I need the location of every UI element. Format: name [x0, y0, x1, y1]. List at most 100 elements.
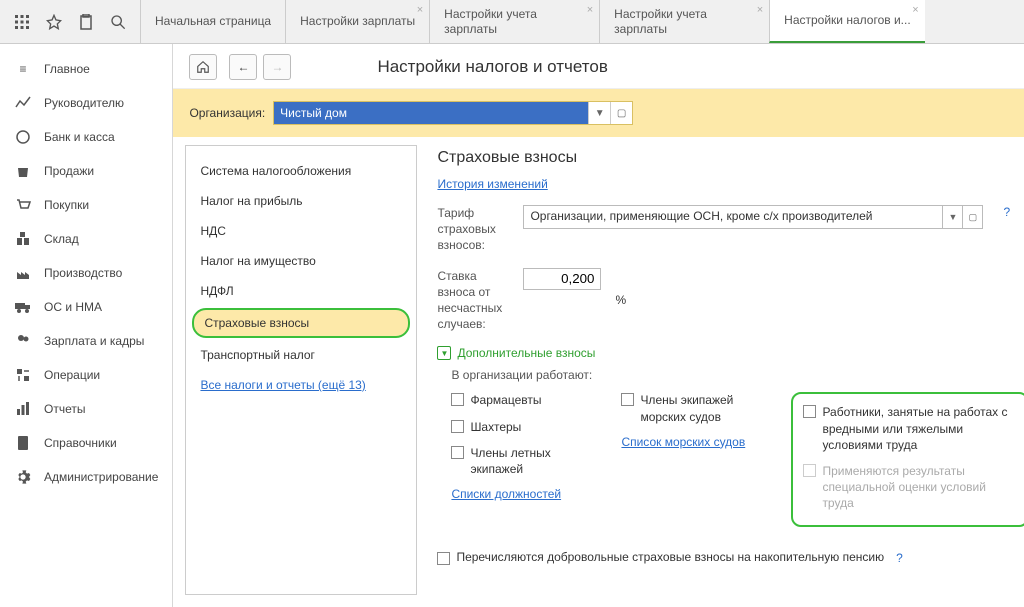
voluntary-row[interactable]: Перечисляются добровольные страховые взн…	[437, 549, 1024, 565]
home-button[interactable]	[189, 54, 217, 80]
sidebar-item-bank[interactable]: Банк и касса	[0, 120, 172, 154]
check-col-1: Фармацевты Шахтеры Члены летных экипажей…	[451, 392, 601, 527]
sea-list-link[interactable]: Список морских судов	[621, 435, 771, 449]
dropdown-button[interactable]: ▼	[942, 206, 962, 228]
sidebar-item-manager[interactable]: Руководителю	[0, 86, 172, 120]
cat-property-tax[interactable]: Налог на имущество	[186, 246, 416, 276]
sidebar-item-label: ОС и НМА	[44, 300, 102, 314]
back-button[interactable]: ←	[229, 54, 257, 80]
forward-button[interactable]: →	[263, 54, 291, 80]
sidebar-item-purchases[interactable]: Покупки	[0, 188, 172, 222]
tab-tax-settings[interactable]: Настройки налогов и...×	[769, 0, 925, 43]
checkbox[interactable]	[437, 552, 450, 565]
help-icon[interactable]: ?	[1003, 205, 1010, 219]
check-label: Перечисляются добровольные страховые взн…	[456, 549, 884, 565]
check-pharma[interactable]: Фармацевты	[451, 392, 601, 408]
search-icon[interactable]	[110, 14, 126, 30]
check-spec-eval: Применяются результаты специальной оценк…	[803, 463, 1017, 512]
check-label: Члены экипажей морских судов	[640, 392, 771, 424]
truck-icon	[14, 298, 32, 316]
close-icon[interactable]: ×	[757, 4, 763, 16]
sidebar-item-production[interactable]: Производство	[0, 256, 172, 290]
check-flight-crew[interactable]: Члены летных экипажей	[451, 445, 601, 477]
close-icon[interactable]: ×	[417, 4, 423, 16]
checkbox[interactable]	[451, 446, 464, 459]
section-title: Страховые взносы	[437, 149, 1024, 167]
dropdown-button[interactable]: ▼	[588, 102, 610, 124]
harmful-group: Работники, занятые на работах с вредными…	[791, 392, 1024, 527]
nav-row: ← → Настройки налогов и отчетов ×	[173, 44, 1024, 89]
apps-icon[interactable]	[14, 14, 30, 30]
tab-label: Настройки учета зарплаты	[614, 7, 755, 36]
checkbox[interactable]	[451, 393, 464, 406]
open-ref-button[interactable]: ▢	[610, 102, 632, 124]
sidebar-item-label: Зарплата и кадры	[44, 334, 144, 348]
sidebar-item-assets[interactable]: ОС и НМА	[0, 290, 172, 324]
check-label: Работники, занятые на работах с вредными…	[822, 404, 1017, 453]
sidebar-item-reports[interactable]: Отчеты	[0, 392, 172, 426]
check-label: Шахтеры	[470, 419, 521, 435]
checkbox[interactable]	[451, 420, 464, 433]
sidebar-item-label: Продажи	[44, 164, 94, 178]
ops-icon	[14, 366, 32, 384]
cat-profit-tax[interactable]: Налог на прибыль	[186, 186, 416, 216]
rate-input[interactable]	[523, 268, 601, 290]
check-label: Члены летных экипажей	[470, 445, 601, 477]
sidebar: ≡Главное Руководителю Банк и касса Прода…	[0, 44, 173, 607]
check-sea-crew[interactable]: Члены экипажей морских судов	[621, 392, 771, 424]
tab-payroll-settings[interactable]: Настройки зарплаты×	[285, 0, 429, 43]
tariff-value: Организации, применяющие ОСН, кроме с/х …	[524, 206, 942, 228]
check-label: Применяются результаты специальной оценк…	[822, 463, 1017, 512]
factory-icon	[14, 264, 32, 282]
boxes-icon	[14, 230, 32, 248]
sidebar-item-sales[interactable]: Продажи	[0, 154, 172, 188]
cat-insurance[interactable]: Страховые взносы	[192, 308, 410, 338]
org-input[interactable]	[274, 102, 588, 124]
close-icon[interactable]: ×	[912, 4, 918, 16]
rate-label: Ставка взноса от несчастных случаев:	[437, 268, 509, 333]
clipboard-icon[interactable]	[78, 14, 94, 30]
sidebar-item-warehouse[interactable]: Склад	[0, 222, 172, 256]
cat-vat[interactable]: НДС	[186, 216, 416, 246]
cat-ndfl[interactable]: НДФЛ	[186, 276, 416, 306]
check-harmful[interactable]: Работники, занятые на работах с вредными…	[803, 404, 1017, 453]
checkbox[interactable]	[621, 393, 634, 406]
additional-body: В организации работают: Фармацевты Шахте…	[437, 360, 1024, 535]
tab-home[interactable]: Начальная страница	[140, 0, 285, 43]
cart-icon	[14, 196, 32, 214]
history-link[interactable]: История изменений	[437, 177, 1024, 191]
check-columns: Фармацевты Шахтеры Члены летных экипажей…	[451, 392, 1024, 527]
additional-title: Дополнительные взносы	[457, 346, 595, 360]
org-work-label: В организации работают:	[451, 368, 1024, 382]
additional-toggle[interactable]: ▼ Дополнительные взносы	[437, 346, 1024, 360]
positions-link[interactable]: Списки должностей	[451, 487, 601, 501]
tab-payroll-accounting-2[interactable]: Настройки учета зарплаты×	[599, 0, 769, 43]
cat-transport-tax[interactable]: Транспортный налог	[186, 340, 416, 370]
bars-icon	[14, 400, 32, 418]
help-icon[interactable]: ?	[896, 551, 903, 565]
cat-tax-system[interactable]: Система налогообложения	[186, 156, 416, 186]
sidebar-item-label: Справочники	[44, 436, 117, 450]
all-taxes-link[interactable]: Все налоги и отчеты (ещё 13)	[186, 370, 416, 400]
tariff-select[interactable]: Организации, применяющие ОСН, кроме с/х …	[523, 205, 983, 229]
bag-icon	[14, 162, 32, 180]
chart-icon	[14, 94, 32, 112]
sidebar-item-admin[interactable]: Администрирование	[0, 460, 172, 494]
content: ← → Настройки налогов и отчетов × Органи…	[173, 44, 1024, 607]
sidebar-item-hr[interactable]: Зарплата и кадры	[0, 324, 172, 358]
open-ref-button[interactable]: ▢	[962, 206, 982, 228]
tab-payroll-accounting-1[interactable]: Настройки учета зарплаты×	[429, 0, 599, 43]
checkbox-disabled	[803, 464, 816, 477]
sidebar-item-main[interactable]: ≡Главное	[0, 52, 172, 86]
close-icon[interactable]: ×	[587, 4, 593, 16]
sidebar-item-catalogs[interactable]: Справочники	[0, 426, 172, 460]
tab-label: Начальная страница	[155, 14, 271, 28]
checkbox[interactable]	[803, 405, 816, 418]
rate-unit: %	[615, 293, 626, 307]
sidebar-item-operations[interactable]: Операции	[0, 358, 172, 392]
tab-label: Настройки учета зарплаты	[444, 7, 585, 36]
check-label: Фармацевты	[470, 392, 541, 408]
star-icon[interactable]	[46, 14, 62, 30]
sidebar-item-label: Отчеты	[44, 402, 85, 416]
check-miners[interactable]: Шахтеры	[451, 419, 601, 435]
